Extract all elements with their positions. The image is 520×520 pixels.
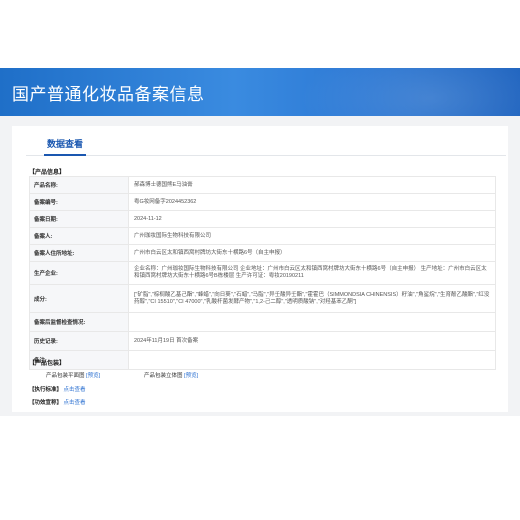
packaging-solid-preview-link[interactable]: [预览] — [184, 373, 198, 379]
packaging-flat-preview-link[interactable]: [预览] — [86, 373, 100, 379]
filing-date-label: 备案日期: — [29, 210, 129, 228]
table-row: 生产企业: 企业名称：广州珈妆国际生物科技有限公司 企业地址：广州市白云区太和镇… — [29, 261, 496, 285]
table-row: 成分: ["矿脂","棕榈酸乙基己酯","蜂蜡","向日葵","石蜡","马脂"… — [29, 284, 496, 313]
table-row: 备注: — [29, 350, 496, 370]
post-filing-inspection-value — [128, 312, 496, 332]
packaging-flat-label: 产品包装平面图 — [46, 373, 85, 379]
table-row: 备案编号: 粤G妆网备字2024452362 — [29, 193, 496, 211]
product-name-value: 郝森博士德国熊E马油膏 — [128, 176, 496, 194]
filer-value: 广州珈妆国际生物科技有限公司 — [128, 227, 496, 245]
tab-data-view[interactable]: 数据查看 — [44, 136, 87, 156]
product-info-table: 产品名称: 郝森博士德国熊E马油膏 备案编号: 粤G妆网备字2024452362… — [29, 176, 496, 370]
packaging-flat-item: 产品包装平面图 [预览] — [46, 371, 100, 379]
table-row: 备案人住所地址: 广州市白云区太和镇西窝村牌坊大街东十横路6号（自主申报） — [29, 244, 496, 262]
filer-address-label: 备案人住所地址: — [29, 244, 129, 262]
efficacy-view-link[interactable]: 点击查看 — [64, 400, 86, 406]
remarks-value — [128, 350, 496, 370]
filing-number-value: 粤G妆网备字2024452362 — [128, 193, 496, 211]
ingredients-label: 成分: — [29, 284, 129, 313]
packaging-solid-item: 产品包装立体图 [预览] — [144, 371, 198, 379]
table-row: 备案后监督检查情况: — [29, 312, 496, 332]
standard-label: 【执行标准】 — [29, 387, 63, 393]
standard-item: 【执行标准】 点击查看 — [29, 385, 86, 393]
manufacturer-value: 企业名称：广州珈妆国际生物科技有限公司 企业地址：广州市白云区太和镇西窝村牌坊大… — [128, 261, 496, 285]
post-filing-inspection-label: 备案后监督检查情况: — [29, 312, 129, 332]
header-banner: 国产普通化妆品备案信息 — [0, 68, 520, 116]
packaging-section-title: 【产品包装】 — [29, 361, 66, 367]
filer-label: 备案人: — [29, 227, 129, 245]
standard-view-link[interactable]: 点击查看 — [64, 387, 86, 393]
manufacturer-label: 生产企业: — [29, 261, 129, 285]
ingredients-value: ["矿脂","棕榈酸乙基己酯","蜂蜡","向日葵","石蜡","马脂","异壬… — [128, 284, 496, 313]
filing-date-value: 2024-11-12 — [128, 210, 496, 228]
filing-number-label: 备案编号: — [29, 193, 129, 211]
history-label: 历史记录: — [29, 331, 129, 351]
efficacy-label: 【功效宣称】 — [29, 400, 63, 406]
table-row: 备案日期: 2024-11-12 — [29, 210, 496, 228]
table-row: 备案人: 广州珈妆国际生物科技有限公司 — [29, 227, 496, 245]
tab-bar: 数据查看 — [26, 136, 506, 156]
product-name-label: 产品名称: — [29, 176, 129, 194]
efficacy-item: 【功效宣称】 点击查看 — [29, 398, 86, 406]
table-row: 产品名称: 郝森博士德国熊E马油膏 — [29, 176, 496, 194]
product-info-section-title: 【产品信息】 — [29, 170, 66, 176]
filer-address-value: 广州市白云区太和镇西窝村牌坊大街东十横路6号（自主申报） — [128, 244, 496, 262]
page-title: 国产普通化妆品备案信息 — [12, 85, 205, 104]
page: 国产普通化妆品备案信息 数据查看 【产品信息】 产品名称: 郝森博士德国熊E马油… — [0, 0, 520, 520]
history-value: 2024年11月19日 首次备案 — [128, 331, 496, 351]
packaging-solid-label: 产品包装立体图 — [144, 373, 183, 379]
table-row: 历史记录: 2024年11月19日 首次备案 — [29, 331, 496, 351]
